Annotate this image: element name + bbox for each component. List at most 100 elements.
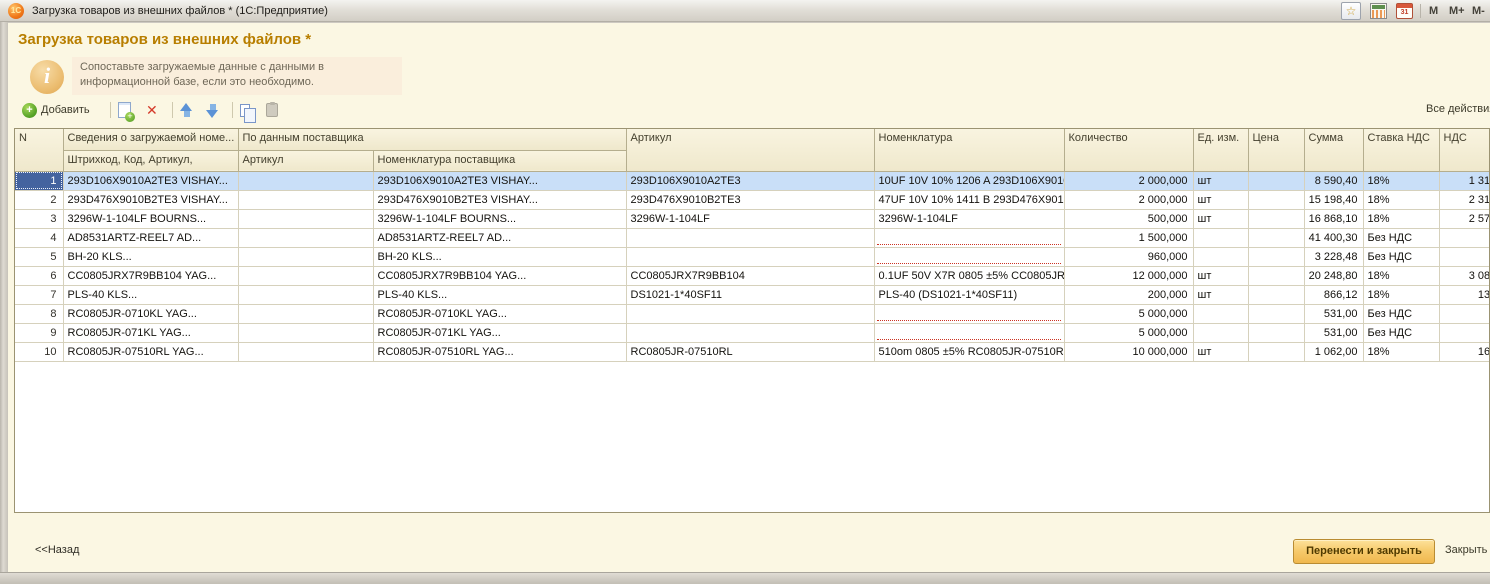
cell-supplier-nomenclature[interactable]: AD8531ARTZ-REEL7 AD...: [373, 228, 626, 247]
cell-nomenclature[interactable]: 0.1UF 50V X7R 0805 ±5% CC0805JRX7R9B...: [874, 266, 1064, 285]
cell-load-info[interactable]: 3296W-1-104LF BOURNS...: [63, 209, 238, 228]
table-row[interactable]: 9 RC0805JR-071KL YAG... RC0805JR-071KL Y…: [15, 323, 1490, 342]
cell-supplier-nomenclature[interactable]: RC0805JR-07510RL YAG...: [373, 342, 626, 361]
cell-price[interactable]: [1248, 285, 1304, 304]
cell-row-number[interactable]: 9: [15, 323, 63, 342]
cell-price[interactable]: [1248, 266, 1304, 285]
cell-load-info[interactable]: 293D476X9010B2TE3 VISHAY...: [63, 190, 238, 209]
cell-vat[interactable]: 3 088,80: [1439, 266, 1490, 285]
cell-unit[interactable]: шт: [1193, 171, 1248, 190]
all-actions-button[interactable]: Все действия: [1426, 103, 1490, 115]
cell-quantity[interactable]: 10 000,000: [1064, 342, 1193, 361]
cell-sum[interactable]: 41 400,30: [1304, 228, 1363, 247]
cell-supplier-nomenclature[interactable]: BH-20 KLS...: [373, 247, 626, 266]
cell-supplier-nomenclature[interactable]: CC0805JRX7R9BB104 YAG...: [373, 266, 626, 285]
table-row[interactable]: 4 AD8531ARTZ-REEL7 AD... AD8531ARTZ-REEL…: [15, 228, 1490, 247]
cell-quantity[interactable]: 1 500,000: [1064, 228, 1193, 247]
cell-vat-rate[interactable]: 18%: [1363, 266, 1439, 285]
insert-row-button[interactable]: [118, 99, 131, 121]
transfer-and-close-button[interactable]: Перенести и закрыть: [1293, 539, 1435, 564]
cell-vat[interactable]: 1 310,40: [1439, 171, 1490, 190]
cell-nomenclature[interactable]: [874, 228, 1064, 247]
cell-unit[interactable]: шт: [1193, 266, 1248, 285]
cell-article[interactable]: [626, 304, 874, 323]
cell-supplier-article[interactable]: [238, 247, 373, 266]
cell-article[interactable]: 293D106X9010A2TE3: [626, 171, 874, 190]
copy-button[interactable]: [240, 99, 250, 121]
cell-row-number[interactable]: 3: [15, 209, 63, 228]
header-article[interactable]: Артикул: [626, 129, 874, 171]
table-row[interactable]: 10 RC0805JR-07510RL YAG... RC0805JR-0751…: [15, 342, 1490, 361]
cell-sum[interactable]: 20 248,80: [1304, 266, 1363, 285]
header-info[interactable]: Сведения о загружаемой номе...: [63, 129, 238, 150]
header-nomenclature[interactable]: Номенклатура: [874, 129, 1064, 171]
table-row[interactable]: 5 BH-20 KLS... BH-20 KLS... 960,000 3 22…: [15, 247, 1490, 266]
cell-supplier-nomenclature[interactable]: RC0805JR-071KL YAG...: [373, 323, 626, 342]
calendar-icon[interactable]: 31: [1396, 3, 1413, 19]
cell-load-info[interactable]: BH-20 KLS...: [63, 247, 238, 266]
cell-vat-rate[interactable]: Без НДС: [1363, 304, 1439, 323]
header-vat[interactable]: НДС: [1439, 129, 1490, 171]
cell-vat-rate[interactable]: Без НДС: [1363, 247, 1439, 266]
cell-unit[interactable]: шт: [1193, 285, 1248, 304]
cell-vat[interactable]: 2 318,40: [1439, 190, 1490, 209]
cell-row-number[interactable]: 6: [15, 266, 63, 285]
cell-vat[interactable]: [1439, 247, 1490, 266]
header-supplier-article[interactable]: Артикул: [238, 150, 373, 171]
cell-price[interactable]: [1248, 228, 1304, 247]
cell-row-number[interactable]: 8: [15, 304, 63, 323]
cell-sum[interactable]: 8 590,40: [1304, 171, 1363, 190]
cell-row-number[interactable]: 7: [15, 285, 63, 304]
header-sum[interactable]: Сумма: [1304, 129, 1363, 171]
delete-row-button[interactable]: ✕: [146, 99, 158, 121]
cell-unit[interactable]: [1193, 323, 1248, 342]
cell-row-number[interactable]: 10: [15, 342, 63, 361]
cell-row-number[interactable]: 2: [15, 190, 63, 209]
cell-supplier-article[interactable]: [238, 171, 373, 190]
cell-quantity[interactable]: 960,000: [1064, 247, 1193, 266]
cell-supplier-article[interactable]: [238, 323, 373, 342]
cell-vat[interactable]: [1439, 304, 1490, 323]
cell-quantity[interactable]: 500,000: [1064, 209, 1193, 228]
cell-vat[interactable]: 2 573,10: [1439, 209, 1490, 228]
cell-row-number[interactable]: 1: [15, 171, 63, 190]
paste-button-disabled[interactable]: [266, 99, 278, 121]
cell-sum[interactable]: 3 228,48: [1304, 247, 1363, 266]
cell-sum[interactable]: 16 868,10: [1304, 209, 1363, 228]
cell-sum[interactable]: 531,00: [1304, 323, 1363, 342]
cell-vat-rate[interactable]: 18%: [1363, 190, 1439, 209]
cell-supplier-nomenclature[interactable]: PLS-40 KLS...: [373, 285, 626, 304]
cell-quantity[interactable]: 12 000,000: [1064, 266, 1193, 285]
close-button[interactable]: Закрыть: [1445, 544, 1487, 556]
cell-vat-rate[interactable]: 18%: [1363, 171, 1439, 190]
cell-supplier-article[interactable]: [238, 285, 373, 304]
cell-price[interactable]: [1248, 247, 1304, 266]
table-row[interactable]: 3 3296W-1-104LF BOURNS... 3296W-1-104LF …: [15, 209, 1490, 228]
cell-vat-rate[interactable]: 18%: [1363, 342, 1439, 361]
cell-article[interactable]: 293D476X9010B2TE3: [626, 190, 874, 209]
table-row[interactable]: 6 CC0805JRX7R9BB104 YAG... CC0805JRX7R9B…: [15, 266, 1490, 285]
cell-load-info[interactable]: 293D106X9010A2TE3 VISHAY...: [63, 171, 238, 190]
table-row[interactable]: 2 293D476X9010B2TE3 VISHAY... 293D476X90…: [15, 190, 1490, 209]
cell-article[interactable]: [626, 228, 874, 247]
cell-load-info[interactable]: PLS-40 KLS...: [63, 285, 238, 304]
cell-vat-rate[interactable]: Без НДС: [1363, 323, 1439, 342]
header-price[interactable]: Цена: [1248, 129, 1304, 171]
memory-m-minus-button[interactable]: M-: [1472, 3, 1485, 19]
cell-supplier-article[interactable]: [238, 342, 373, 361]
cell-quantity[interactable]: 5 000,000: [1064, 323, 1193, 342]
cell-supplier-article[interactable]: [238, 190, 373, 209]
cell-load-info[interactable]: RC0805JR-07510RL YAG...: [63, 342, 238, 361]
header-supplier-group[interactable]: По данным поставщика: [238, 129, 626, 150]
header-info-sub[interactable]: Штрихкод, Код, Артикул,: [63, 150, 238, 171]
cell-article[interactable]: 3296W-1-104LF: [626, 209, 874, 228]
cell-load-info[interactable]: AD8531ARTZ-REEL7 AD...: [63, 228, 238, 247]
back-button[interactable]: <<Назад: [35, 544, 79, 556]
header-vat-rate[interactable]: Ставка НДС: [1363, 129, 1439, 171]
cell-price[interactable]: [1248, 342, 1304, 361]
header-supplier-nomenclature[interactable]: Номенклатура поставщика: [373, 150, 626, 171]
table-row[interactable]: 7 PLS-40 KLS... PLS-40 KLS... DS1021-1*4…: [15, 285, 1490, 304]
cell-unit[interactable]: шт: [1193, 190, 1248, 209]
header-quantity[interactable]: Количество: [1064, 129, 1193, 171]
cell-supplier-article[interactable]: [238, 228, 373, 247]
